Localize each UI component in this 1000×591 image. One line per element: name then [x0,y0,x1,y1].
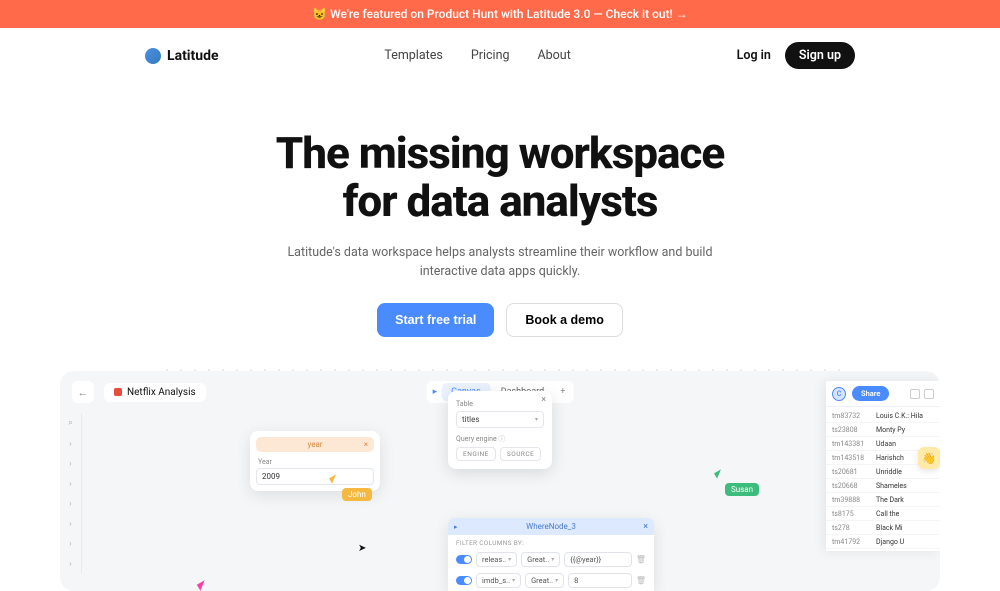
chevron-down-icon: ▾ [535,416,538,423]
header-icons [910,389,934,399]
nav-templates[interactable]: Templates [384,48,442,63]
hero-buttons: Start free trial Book a demo [0,303,1000,337]
product-screenshot: ← Netflix Analysis ⌕ › › › › › › › ▸ Can… [60,371,940,591]
table-row[interactable]: ts23808Monty Py [826,423,940,437]
operator-select[interactable]: Great..▾ [525,573,564,588]
cursor-label: John [342,488,372,501]
cursor-icon [197,581,208,591]
cursor-icon [329,475,339,484]
table-row[interactable]: tm83732Louis C.K.: Hila [826,409,940,423]
search-icon[interactable]: ⌕ [60,413,82,433]
sidebar-chevron[interactable]: › [60,533,82,553]
table-row[interactable]: tm39888The Dark [826,493,940,507]
start-trial-button[interactable]: Start free trial [377,303,494,337]
where-node[interactable]: ▸ WhereNode_3 × FILTER COLUMNS BY: relea… [448,518,654,591]
source-option[interactable]: SOURCE [500,447,541,461]
logo[interactable]: Latitude [145,48,219,64]
table-row[interactable]: tm41792Django U [826,535,940,549]
chat-icon[interactable] [910,389,920,399]
table-row[interactable]: ts8175Call the [826,507,940,521]
avatar[interactable]: C [832,387,846,401]
help-icon[interactable]: 👋 [918,447,940,469]
banner-text[interactable]: 😺 We're featured on Product Hunt with La… [312,7,687,21]
cursor-susan: Susan [715,471,759,496]
sidebar-chevron[interactable]: › [60,473,82,493]
table-select[interactable]: titles ▾ [456,411,544,428]
value-input[interactable]: {{@year}} [564,552,632,567]
year-label: Year [258,458,374,466]
where-header: ▸ WhereNode_3 × [448,518,654,535]
play-icon[interactable]: ▸ [454,523,458,531]
sidebar-chevron[interactable]: › [60,493,82,513]
book-demo-button[interactable]: Book a demo [506,303,623,337]
sidebar-chevron[interactable]: › [60,453,82,473]
logo-icon [145,48,161,64]
panel-header: C Share [826,381,940,407]
hero-section: The missing workspace for data analysts … [0,83,1000,371]
filter-row: releas..▾ Great..▾ {{@year}} 🗑 [448,549,654,570]
sidebar-chevron[interactable]: › [60,513,82,533]
engine-toggle[interactable]: ENGINE SOURCE [456,447,544,461]
hero-title: The missing workspace for data analysts [0,129,1000,226]
table-row[interactable]: ts20668Shameles [826,479,940,493]
cursor-label: Susan [725,483,759,496]
results-table: tm83732Louis C.K.: Hila ts23808Monty Py … [826,407,940,551]
table-row[interactable]: ts278Black Mi [826,521,940,535]
value-input[interactable]: 8 [568,573,632,588]
where-subtitle: FILTER COLUMNS BY: [448,535,654,549]
close-icon[interactable]: × [541,395,546,405]
sidebar-chevron[interactable]: › [60,433,82,453]
table-popover: × Table titles ▾ Query engine ⓘ ENGINE S… [448,391,552,469]
project-chip[interactable]: Netflix Analysis [104,383,206,402]
filter-row: imdb_s..▾ Great..▾ 8 🗑 [448,570,654,591]
trash-icon[interactable]: 🗑 [636,576,646,585]
close-icon[interactable]: × [643,522,648,532]
netflix-icon [114,388,122,396]
cursor-john: John [330,476,372,501]
engine-option[interactable]: ENGINE [456,447,496,461]
more-icon[interactable] [924,389,934,399]
cursor-icon [714,470,724,479]
operator-select[interactable]: Great..▾ [521,552,560,567]
signup-button[interactable]: Sign up [785,42,855,69]
close-icon[interactable]: × [364,440,368,449]
mini-sidebar: ⌕ › › › › › › › [60,413,82,573]
brand-name: Latitude [167,48,219,64]
nav-links: Templates Pricing About [384,48,570,63]
nav-pricing[interactable]: Pricing [471,48,510,63]
table-label: Table [456,400,473,408]
announcement-banner[interactable]: 😺 We're featured on Product Hunt with La… [0,0,1000,28]
project-name: Netflix Analysis [127,387,196,398]
hero-subtitle: Latitude's data workspace helps analysts… [0,244,1000,282]
toggle-switch[interactable] [456,576,472,585]
add-tab-button[interactable]: + [554,387,571,397]
back-button[interactable]: ← [72,381,94,403]
year-header: year × [256,437,374,452]
column-select[interactable]: releas..▾ [476,552,517,567]
sidebar-chevron[interactable]: › [60,553,82,573]
mouse-cursor-icon: ➤ [358,543,366,554]
play-icon[interactable]: ▸ [429,387,442,397]
nav-about[interactable]: About [538,48,571,63]
column-select[interactable]: imdb_s..▾ [476,573,521,588]
nav-actions: Log in Sign up [737,42,855,69]
engine-label: Query engine ⓘ [456,435,505,443]
login-link[interactable]: Log in [737,48,771,63]
share-button[interactable]: Share [852,386,889,401]
top-nav: Latitude Templates Pricing About Log in … [0,28,1000,83]
